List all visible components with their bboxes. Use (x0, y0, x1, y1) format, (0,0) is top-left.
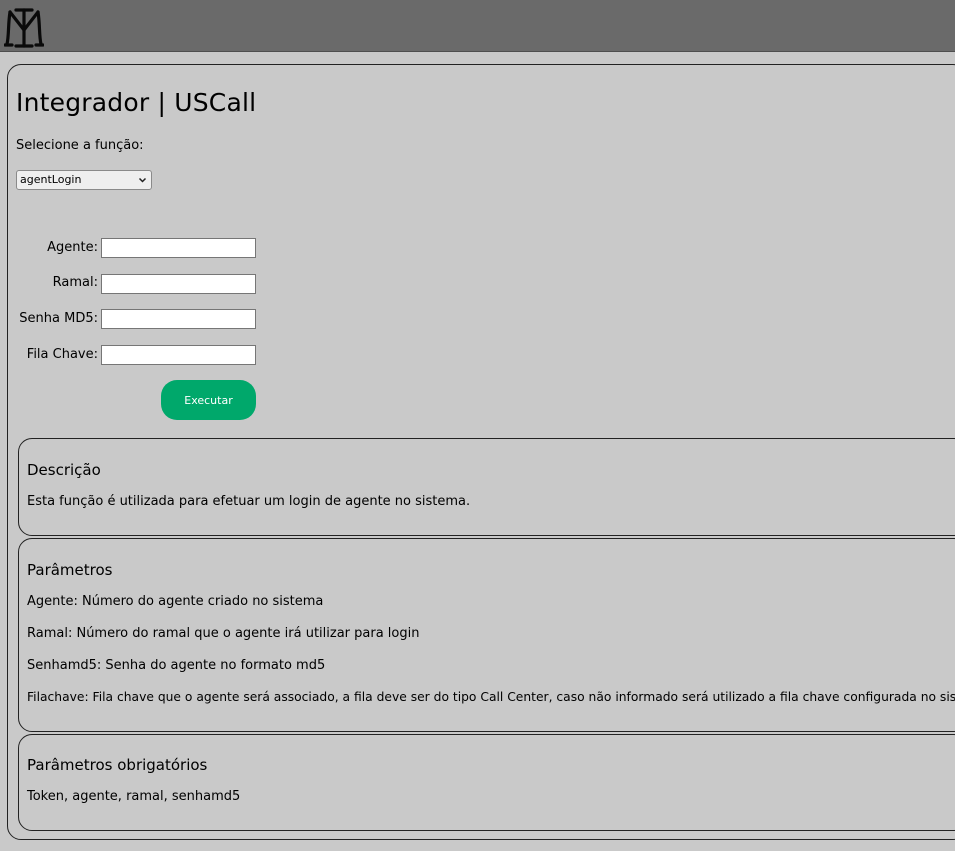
top-header-bar (0, 0, 955, 52)
description-heading: Descrição (27, 461, 101, 479)
required-parameters-text: Token, agente, ramal, senhamd5 (27, 789, 241, 804)
monogram-logo-icon[interactable] (4, 4, 44, 48)
required-parameters-heading: Parâmetros obrigatórios (27, 756, 208, 774)
parameters-heading: Parâmetros (27, 561, 113, 579)
parameter-item: Filachave: Fila chave que o agente será … (27, 690, 955, 704)
parameter-item: Agente: Número do agente criado no siste… (27, 594, 324, 609)
agente-label: Agente: (47, 240, 98, 255)
senha-md5-input[interactable] (101, 309, 256, 329)
function-select-value: agentLogin (20, 173, 82, 186)
ramal-input[interactable] (101, 274, 256, 294)
description-text: Esta função é utilizada para efetuar um … (27, 494, 471, 509)
fila-chave-label: Fila Chave: (26, 347, 98, 362)
page-title: Integrador | USCall (16, 88, 257, 117)
function-select-label: Selecione a função: (16, 138, 144, 153)
function-select[interactable]: agentLogin (16, 170, 152, 190)
fila-chave-input[interactable] (101, 345, 256, 365)
description-panel (18, 438, 955, 536)
agente-input[interactable] (101, 238, 256, 258)
required-parameters-panel (18, 734, 955, 831)
parameter-item: Ramal: Número do ramal que o agente irá … (27, 626, 420, 641)
execute-button[interactable]: Executar (161, 380, 256, 420)
senha-md5-label: Senha MD5: (19, 311, 98, 326)
ramal-label: Ramal: (52, 275, 98, 290)
chevron-down-icon (138, 177, 147, 183)
parameter-item: Senhamd5: Senha do agente no formato md5 (27, 658, 326, 673)
